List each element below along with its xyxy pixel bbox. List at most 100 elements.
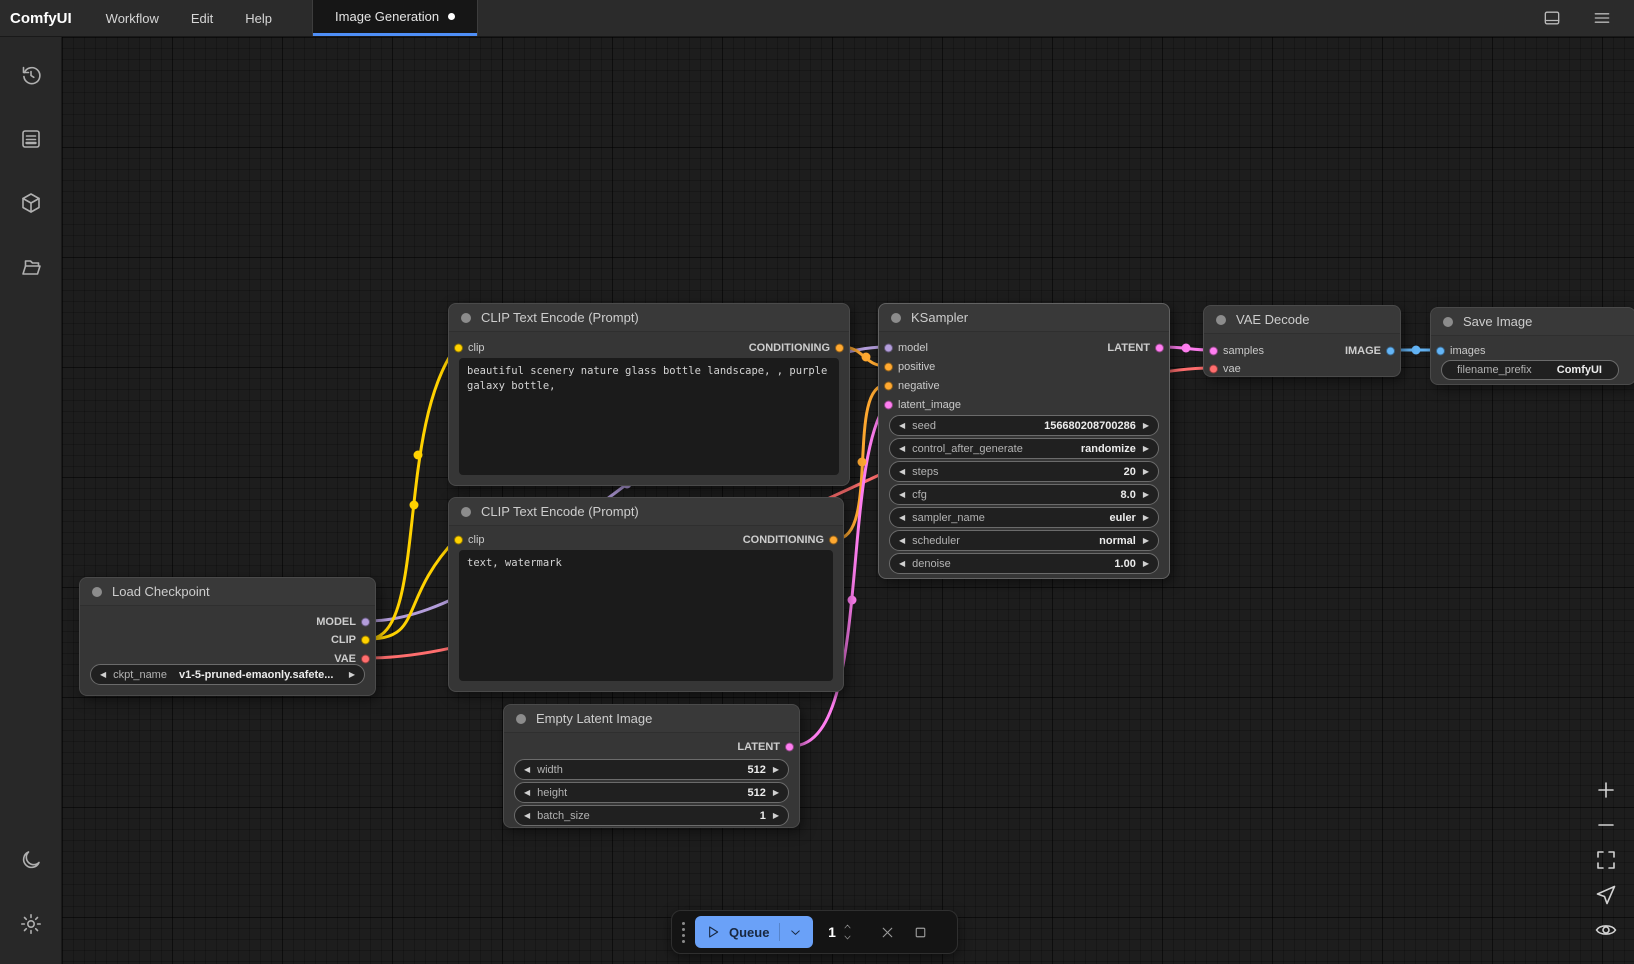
node-ksampler[interactable]: KSampler model LATENT positive negative … [878, 303, 1170, 579]
collapse-dot-icon[interactable] [1443, 317, 1453, 327]
node-title-bar[interactable]: VAE Decode [1204, 306, 1400, 334]
widget-filename-prefix[interactable]: filename_prefix ComfyUI [1441, 360, 1619, 380]
increment-arrow-icon[interactable]: ▶ [773, 812, 779, 820]
collapse-dot-icon[interactable] [461, 313, 471, 323]
node-clip-text-encode-negative[interactable]: CLIP Text Encode (Prompt) clip CONDITION… [448, 497, 844, 692]
widget-sampler-name[interactable]: ◀ sampler_name euler ▶ [889, 507, 1159, 528]
drag-handle-icon[interactable] [682, 922, 685, 943]
select-mode-icon[interactable] [1594, 883, 1618, 907]
clear-queue-icon[interactable] [879, 924, 896, 941]
collapse-dot-icon[interactable] [92, 587, 102, 597]
comfyui-logo[interactable]: ComfyUI [0, 0, 90, 36]
increment-arrow-icon[interactable]: ▶ [1143, 445, 1149, 453]
node-library-icon[interactable] [0, 177, 62, 229]
output-port-image[interactable] [1386, 347, 1395, 356]
input-port-positive[interactable] [884, 363, 893, 372]
decrement-arrow-icon[interactable]: ◀ [100, 671, 106, 679]
node-save-image[interactable]: Save Image images filename_prefix ComfyU… [1430, 307, 1634, 385]
hamburger-menu-icon[interactable] [1590, 6, 1614, 30]
input-port-clip[interactable] [454, 536, 463, 545]
widget-width[interactable]: ◀ width 512 ▶ [514, 759, 789, 780]
widget-scheduler[interactable]: ◀ scheduler normal ▶ [889, 530, 1159, 551]
collapse-dot-icon[interactable] [1216, 315, 1226, 325]
increment-arrow-icon[interactable]: ▶ [1143, 560, 1149, 568]
increment-arrow-icon[interactable]: ▶ [1143, 514, 1149, 522]
input-port-latent-image[interactable] [884, 401, 893, 410]
increment-arrow-icon[interactable]: ▶ [1143, 537, 1149, 545]
output-port-conditioning[interactable] [835, 344, 844, 353]
chevron-down-icon[interactable] [788, 925, 803, 940]
increment-arrow-icon[interactable]: ▶ [349, 671, 355, 679]
queue-button[interactable]: Queue [695, 916, 813, 948]
prompt-textarea[interactable]: beautiful scenery nature glass bottle la… [459, 358, 839, 475]
widget-ckpt-name[interactable]: ◀ ckpt_name v1-5-pruned-emaonly.safete..… [90, 664, 365, 685]
input-port-images[interactable] [1436, 347, 1445, 356]
widget-control-after-generate[interactable]: ◀ control_after_generate randomize ▶ [889, 438, 1159, 459]
decrement-arrow-icon[interactable]: ◀ [899, 514, 905, 522]
output-port-vae[interactable] [361, 655, 370, 664]
decrement-arrow-icon[interactable]: ◀ [524, 766, 530, 774]
output-port-latent[interactable] [785, 743, 794, 752]
node-title-bar[interactable]: CLIP Text Encode (Prompt) [449, 304, 849, 332]
node-title-bar[interactable]: CLIP Text Encode (Prompt) [449, 498, 843, 526]
stepper-up-icon[interactable] [842, 922, 853, 931]
widget-steps[interactable]: ◀ steps 20 ▶ [889, 461, 1159, 482]
input-port-samples[interactable] [1209, 347, 1218, 356]
input-port-negative[interactable] [884, 382, 893, 391]
widget-height[interactable]: ◀ height 512 ▶ [514, 782, 789, 803]
widget-denoise[interactable]: ◀ denoise 1.00 ▶ [889, 553, 1159, 574]
node-title-bar[interactable]: Load Checkpoint [80, 578, 375, 606]
decrement-arrow-icon[interactable]: ◀ [899, 491, 905, 499]
bottom-panel-toggle-icon[interactable] [1540, 6, 1564, 30]
node-clip-text-encode-positive[interactable]: CLIP Text Encode (Prompt) clip CONDITION… [448, 303, 850, 486]
collapse-dot-icon[interactable] [891, 313, 901, 323]
zoom-in-icon[interactable] [1594, 778, 1618, 802]
stepper-down-icon[interactable] [842, 933, 853, 942]
settings-gear-icon[interactable] [0, 898, 62, 950]
output-port-latent[interactable] [1155, 344, 1164, 353]
queue-icon[interactable] [0, 113, 62, 165]
decrement-arrow-icon[interactable]: ◀ [899, 445, 905, 453]
widget-seed[interactable]: ◀ seed 156680208700286 ▶ [889, 415, 1159, 436]
theme-moon-icon[interactable] [0, 834, 62, 886]
increment-arrow-icon[interactable]: ▶ [773, 789, 779, 797]
workflow-history-icon[interactable] [0, 49, 62, 101]
collapse-dot-icon[interactable] [461, 507, 471, 517]
output-port-conditioning[interactable] [829, 536, 838, 545]
node-title-bar[interactable]: KSampler [879, 304, 1169, 332]
input-port-vae[interactable] [1209, 365, 1218, 374]
workflows-folder-icon[interactable] [0, 241, 62, 293]
prompt-textarea[interactable]: text, watermark [459, 550, 833, 681]
menu-workflow[interactable]: Workflow [90, 0, 175, 36]
stop-icon[interactable] [912, 924, 929, 941]
input-port-clip[interactable] [454, 344, 463, 353]
node-title-bar[interactable]: Save Image [1431, 308, 1634, 336]
node-vae-decode[interactable]: VAE Decode samples IMAGE vae [1203, 305, 1401, 377]
graph-canvas[interactable] [62, 37, 1634, 964]
output-port-clip[interactable] [361, 636, 370, 645]
widget-batch-size[interactable]: ◀ batch_size 1 ▶ [514, 805, 789, 826]
increment-arrow-icon[interactable]: ▶ [1143, 491, 1149, 499]
decrement-arrow-icon[interactable]: ◀ [524, 789, 530, 797]
output-port-model[interactable] [361, 618, 370, 627]
decrement-arrow-icon[interactable]: ◀ [899, 468, 905, 476]
widget-cfg[interactable]: ◀ cfg 8.0 ▶ [889, 484, 1159, 505]
decrement-arrow-icon[interactable]: ◀ [899, 560, 905, 568]
increment-arrow-icon[interactable]: ▶ [1143, 468, 1149, 476]
decrement-arrow-icon[interactable]: ◀ [899, 422, 905, 430]
collapse-dot-icon[interactable] [516, 714, 526, 724]
node-empty-latent-image[interactable]: Empty Latent Image LATENT ◀ width 512 ▶ … [503, 704, 800, 828]
fit-view-icon[interactable] [1594, 848, 1618, 872]
batch-count-input[interactable]: 1 [813, 916, 867, 948]
increment-arrow-icon[interactable]: ▶ [1143, 422, 1149, 430]
decrement-arrow-icon[interactable]: ◀ [899, 537, 905, 545]
zoom-out-icon[interactable] [1594, 813, 1618, 837]
toggle-link-visibility-icon[interactable] [1594, 918, 1618, 942]
menu-edit[interactable]: Edit [175, 0, 229, 36]
increment-arrow-icon[interactable]: ▶ [773, 766, 779, 774]
tab-image-generation[interactable]: Image Generation [313, 0, 477, 36]
node-title-bar[interactable]: Empty Latent Image [504, 705, 799, 733]
menu-help[interactable]: Help [229, 0, 288, 36]
input-port-model[interactable] [884, 344, 893, 353]
decrement-arrow-icon[interactable]: ◀ [524, 812, 530, 820]
